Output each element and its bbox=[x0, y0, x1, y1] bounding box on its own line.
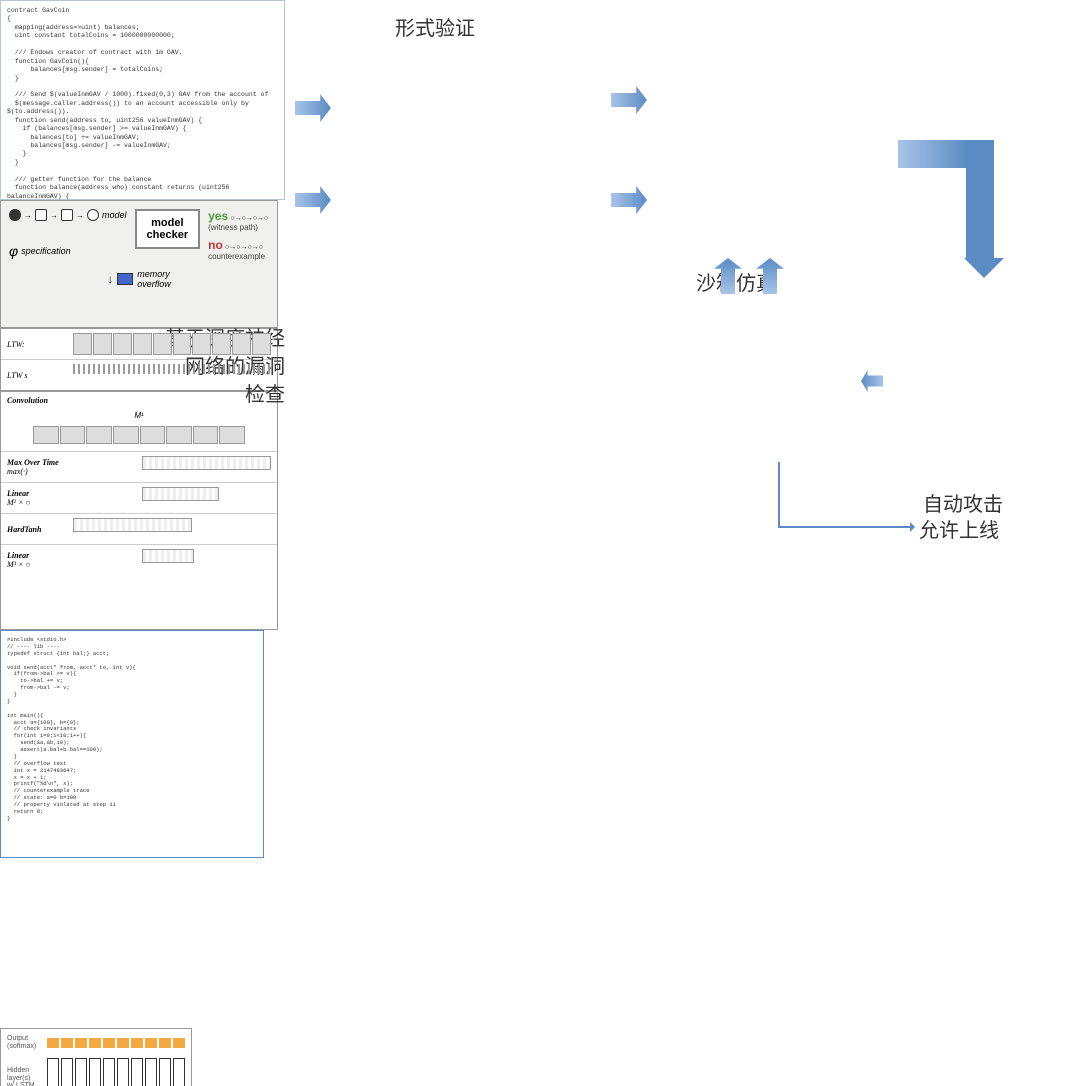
spec-label: specification bbox=[21, 246, 71, 256]
model-checker-box: model checker bbox=[135, 209, 201, 249]
lstm-hidden-cell bbox=[47, 1058, 59, 1086]
nn-linear: Linear bbox=[7, 489, 136, 498]
verified-code-panel: #include <stdio.h> // ---- lib ---- type… bbox=[0, 630, 264, 858]
phi-symbol: φ bbox=[9, 243, 18, 259]
lstm-hidden-cell bbox=[103, 1058, 115, 1086]
arrow-icon bbox=[611, 186, 647, 214]
arrow-icon bbox=[898, 140, 998, 290]
lstm-output-cell bbox=[145, 1038, 157, 1048]
no-sub: counterexample bbox=[208, 252, 269, 261]
nn-m3: M³ × ○ bbox=[7, 560, 136, 569]
lstm-hidden-cell bbox=[159, 1058, 171, 1086]
neural-network-diagram: LTW: LTW s Convolution M¹ Max Over Time … bbox=[0, 328, 278, 630]
lstm-hidden-label: Hidden layer(s) w/ LSTM units bbox=[7, 1067, 45, 1086]
memory-label: memory overflow bbox=[137, 269, 171, 289]
yes-sub: (witness path) bbox=[208, 223, 269, 232]
lstm-hidden-cell bbox=[145, 1058, 157, 1086]
nn-ltws: LTW s bbox=[7, 371, 67, 380]
lstm-output-cell bbox=[89, 1038, 101, 1048]
model-label: model bbox=[102, 210, 127, 220]
lstm-output-cell bbox=[117, 1038, 129, 1048]
lstm-output-label: Output (softmax) bbox=[7, 1035, 45, 1050]
arrow-head-icon bbox=[910, 522, 920, 532]
lstm-output-cell bbox=[103, 1038, 115, 1048]
no-label: no bbox=[208, 238, 223, 252]
title-formal-verification: 形式验证 bbox=[395, 12, 475, 41]
lstm-output-cell bbox=[75, 1038, 87, 1048]
nn-linear2: Linear bbox=[7, 551, 136, 560]
lstm-output-cell bbox=[47, 1038, 59, 1048]
lstm-hidden-cell bbox=[173, 1058, 185, 1086]
nn-m2: M² × ○ bbox=[7, 498, 136, 507]
flow-line bbox=[778, 462, 780, 527]
lstm-output-cell bbox=[61, 1038, 73, 1048]
lstm-hidden-cell bbox=[61, 1058, 73, 1086]
lstm-hidden-cell bbox=[75, 1058, 87, 1086]
arrow-icon bbox=[295, 186, 331, 214]
flow-line bbox=[778, 526, 913, 528]
nn-m1: M¹ bbox=[134, 411, 143, 420]
nn-ltw: LTW: bbox=[7, 340, 67, 349]
source-code-panel: contract GavCoin { mapping(address=>uint… bbox=[0, 0, 285, 200]
title-allow-online: 允许上线 bbox=[919, 514, 999, 543]
arrow-icon bbox=[295, 94, 331, 122]
memory-icon bbox=[117, 273, 133, 285]
nn-conv: Convolution bbox=[7, 396, 48, 405]
arrow-icon bbox=[861, 370, 883, 392]
lstm-output-cell bbox=[159, 1038, 171, 1048]
nn-hardtanh: HardTanh bbox=[7, 525, 67, 534]
lstm-hidden-cell bbox=[117, 1058, 129, 1086]
lstm-diagram: Output (softmax) Hidden layer(s) w/ LSTM… bbox=[0, 1028, 192, 1086]
yes-label: yes bbox=[208, 209, 228, 223]
lstm-output-cell bbox=[131, 1038, 143, 1048]
lstm-hidden-cell bbox=[89, 1058, 101, 1086]
nn-max: Max Over Time bbox=[7, 458, 136, 467]
arrow-icon bbox=[611, 86, 647, 114]
nn-maxfn: max(·) bbox=[7, 467, 136, 476]
title-auto-attack: 自动攻击 bbox=[923, 488, 1003, 517]
lstm-hidden-cell bbox=[131, 1058, 143, 1086]
model-checker-diagram: → → → model φ specification model checke… bbox=[0, 200, 278, 328]
lstm-output-cell bbox=[173, 1038, 185, 1048]
